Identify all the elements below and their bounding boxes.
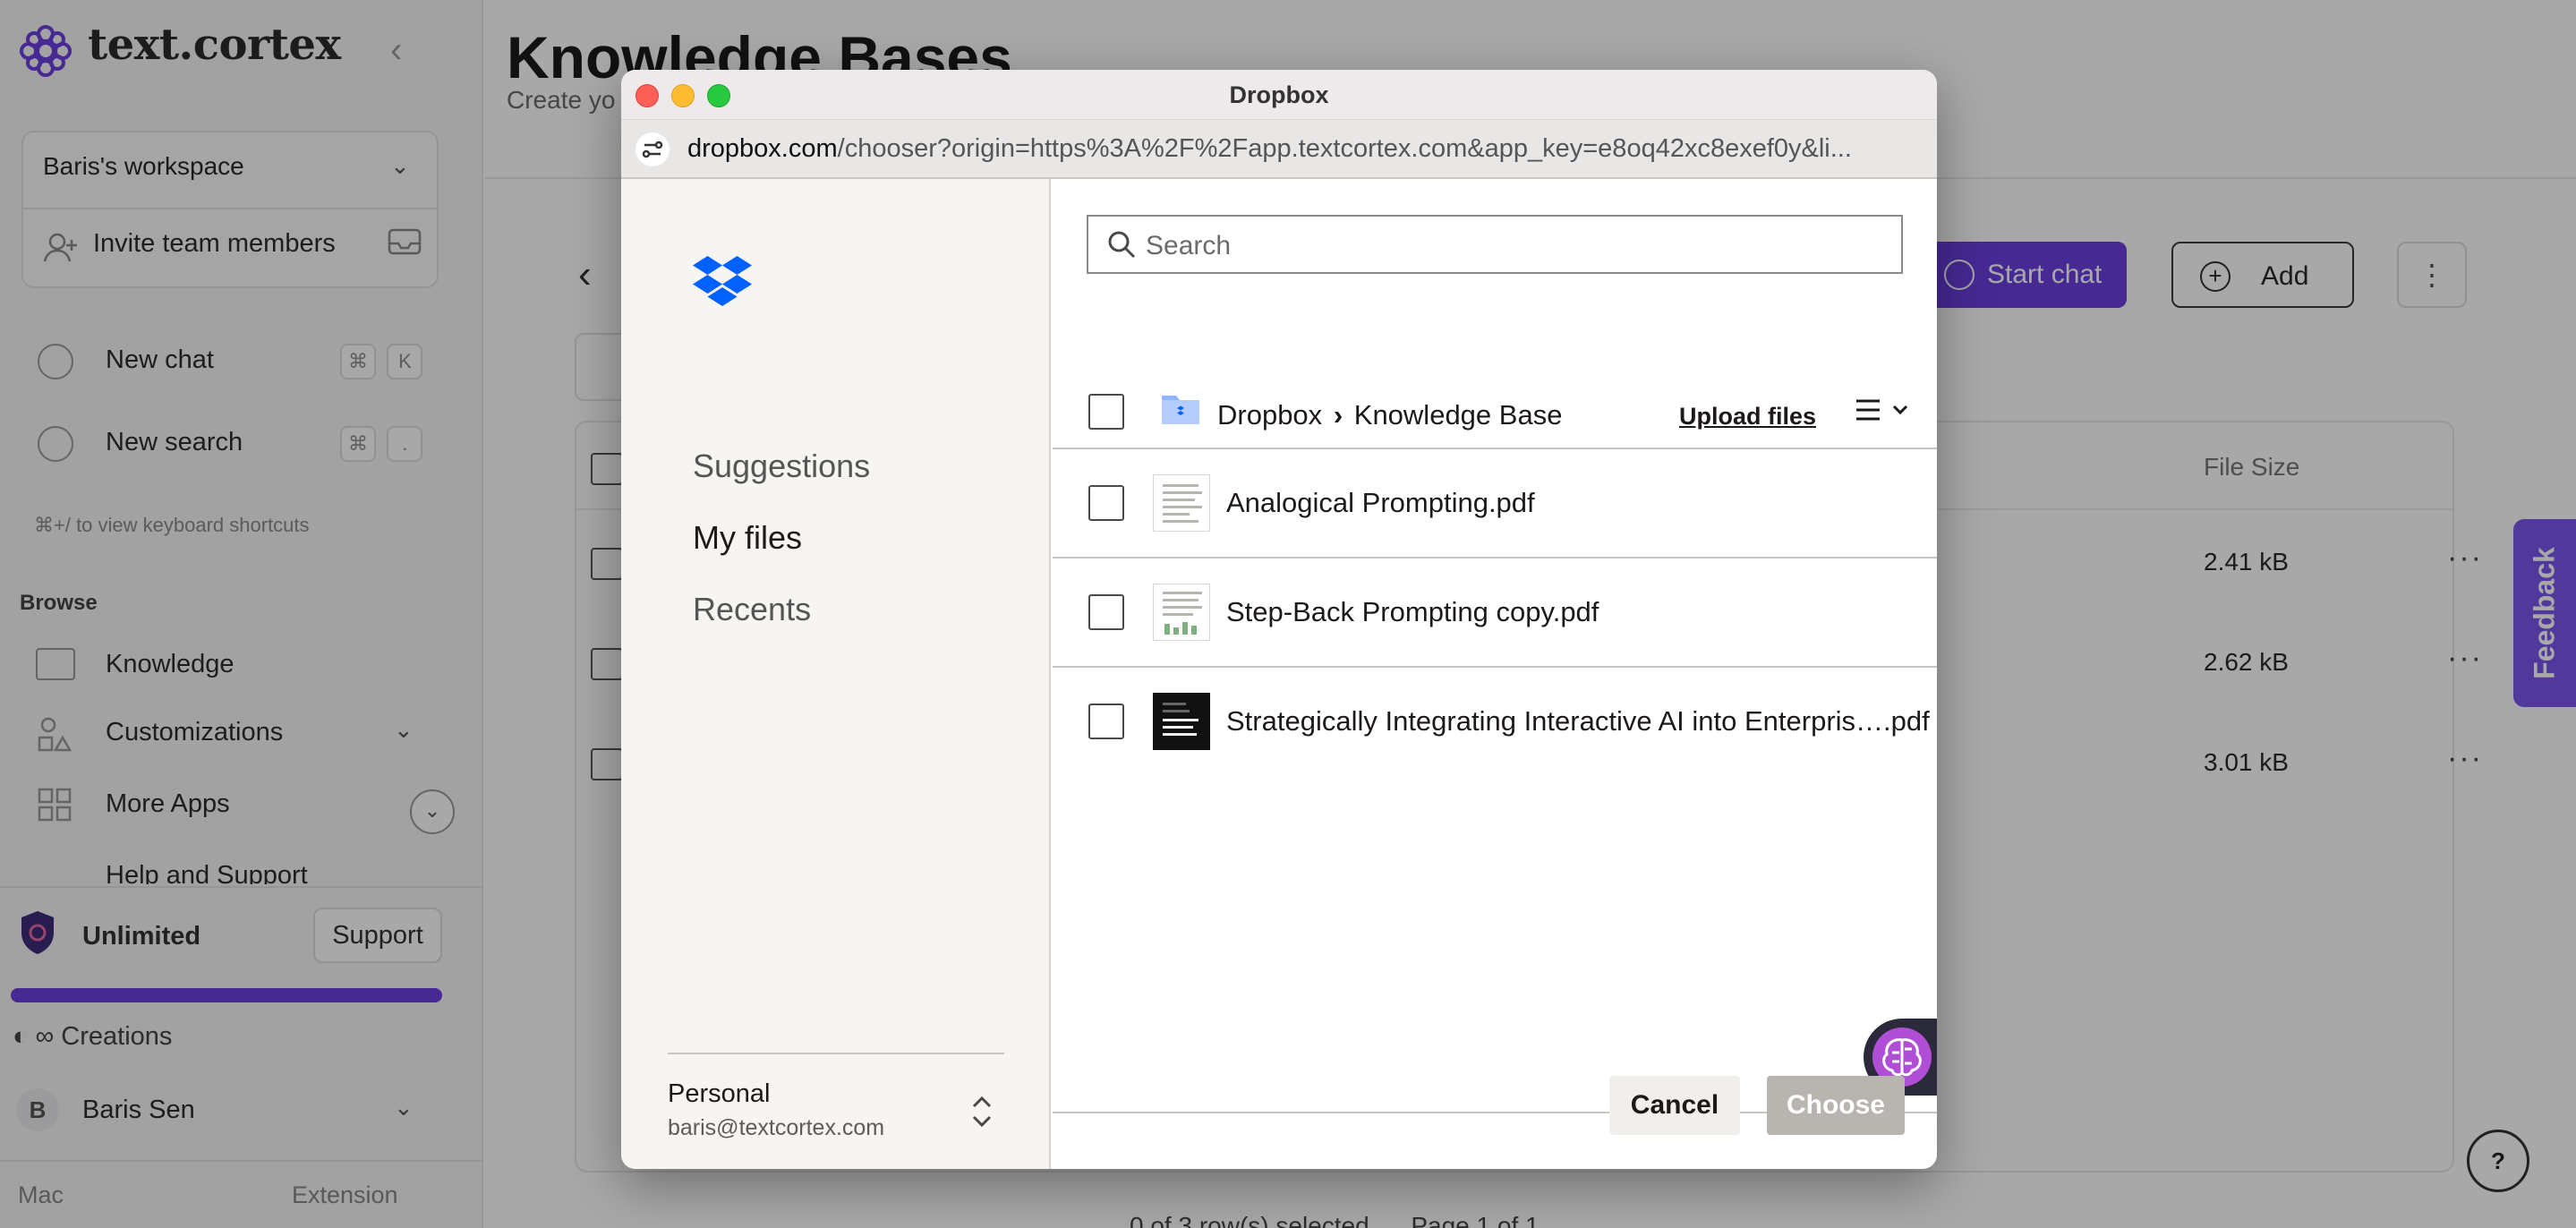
- breadcrumb: Dropbox › Knowledge Base: [1217, 399, 1562, 431]
- pdf-thumbnail-icon: [1153, 693, 1210, 750]
- account-email: baris@textcortex.com: [668, 1115, 885, 1140]
- file-name: Step-Back Prompting copy.pdf: [1226, 596, 1599, 627]
- breadcrumb-current: Knowledge Base: [1353, 399, 1563, 431]
- divider: [668, 1053, 1004, 1054]
- dropbox-sidebar: Suggestions My files Recents Personal ba…: [621, 179, 1051, 1169]
- account-switcher-icon[interactable]: [968, 1094, 995, 1130]
- file-name: Strategically Integrating Interactive AI…: [1226, 705, 1930, 737]
- pdf-thumbnail-icon: [1153, 584, 1210, 641]
- search-input[interactable]: Search: [1087, 215, 1903, 274]
- file-row[interactable]: Strategically Integrating Interactive AI…: [1053, 668, 1937, 775]
- shared-folder-icon: [1160, 390, 1201, 426]
- site-settings-icon[interactable]: [635, 132, 670, 166]
- url-text: dropbox.com/chooser?origin=https%3A%2F%2…: [687, 134, 1932, 164]
- search-placeholder: Search: [1146, 231, 1232, 260]
- cancel-button[interactable]: Cancel: [1609, 1076, 1740, 1135]
- select-all-checkbox[interactable]: [1088, 394, 1124, 430]
- file-checkbox[interactable]: [1088, 704, 1124, 739]
- file-checkbox[interactable]: [1088, 594, 1124, 630]
- dropbox-file-browser: Search Dropbox › Knowledge Base Upload f…: [1053, 179, 1937, 1169]
- file-row[interactable]: Analogical Prompting.pdf: [1053, 449, 1937, 557]
- search-icon: [1106, 229, 1137, 260]
- file-row[interactable]: Step-Back Prompting copy.pdf: [1053, 559, 1937, 666]
- upload-files-link[interactable]: Upload files: [1679, 403, 1816, 431]
- url-bar: dropbox.com/chooser?origin=https%3A%2F%2…: [621, 120, 1937, 179]
- window-titlebar: Dropbox: [621, 70, 1937, 120]
- account-type[interactable]: Personal: [668, 1079, 770, 1109]
- pdf-thumbnail-icon: [1153, 474, 1210, 532]
- breadcrumb-root[interactable]: Dropbox: [1217, 399, 1322, 431]
- breadcrumb-separator-icon: ›: [1333, 399, 1343, 431]
- window-title: Dropbox: [1229, 81, 1329, 108]
- nav-suggestions[interactable]: Suggestions: [693, 448, 870, 485]
- nav-my-files[interactable]: My files: [693, 519, 802, 557]
- file-checkbox[interactable]: [1088, 485, 1124, 521]
- dropbox-logo-icon: [693, 256, 752, 306]
- dropbox-chooser-window: Dropbox dropbox.com/chooser?origin=https…: [621, 70, 1937, 1169]
- view-options-icon[interactable]: [1855, 396, 1914, 428]
- nav-recents[interactable]: Recents: [693, 591, 811, 628]
- file-name: Analogical Prompting.pdf: [1226, 487, 1535, 518]
- url-path: /chooser?origin=https%3A%2F%2Fapp.textco…: [837, 134, 1852, 163]
- url-domain: dropbox.com: [687, 134, 838, 163]
- choose-button[interactable]: Choose: [1767, 1076, 1905, 1135]
